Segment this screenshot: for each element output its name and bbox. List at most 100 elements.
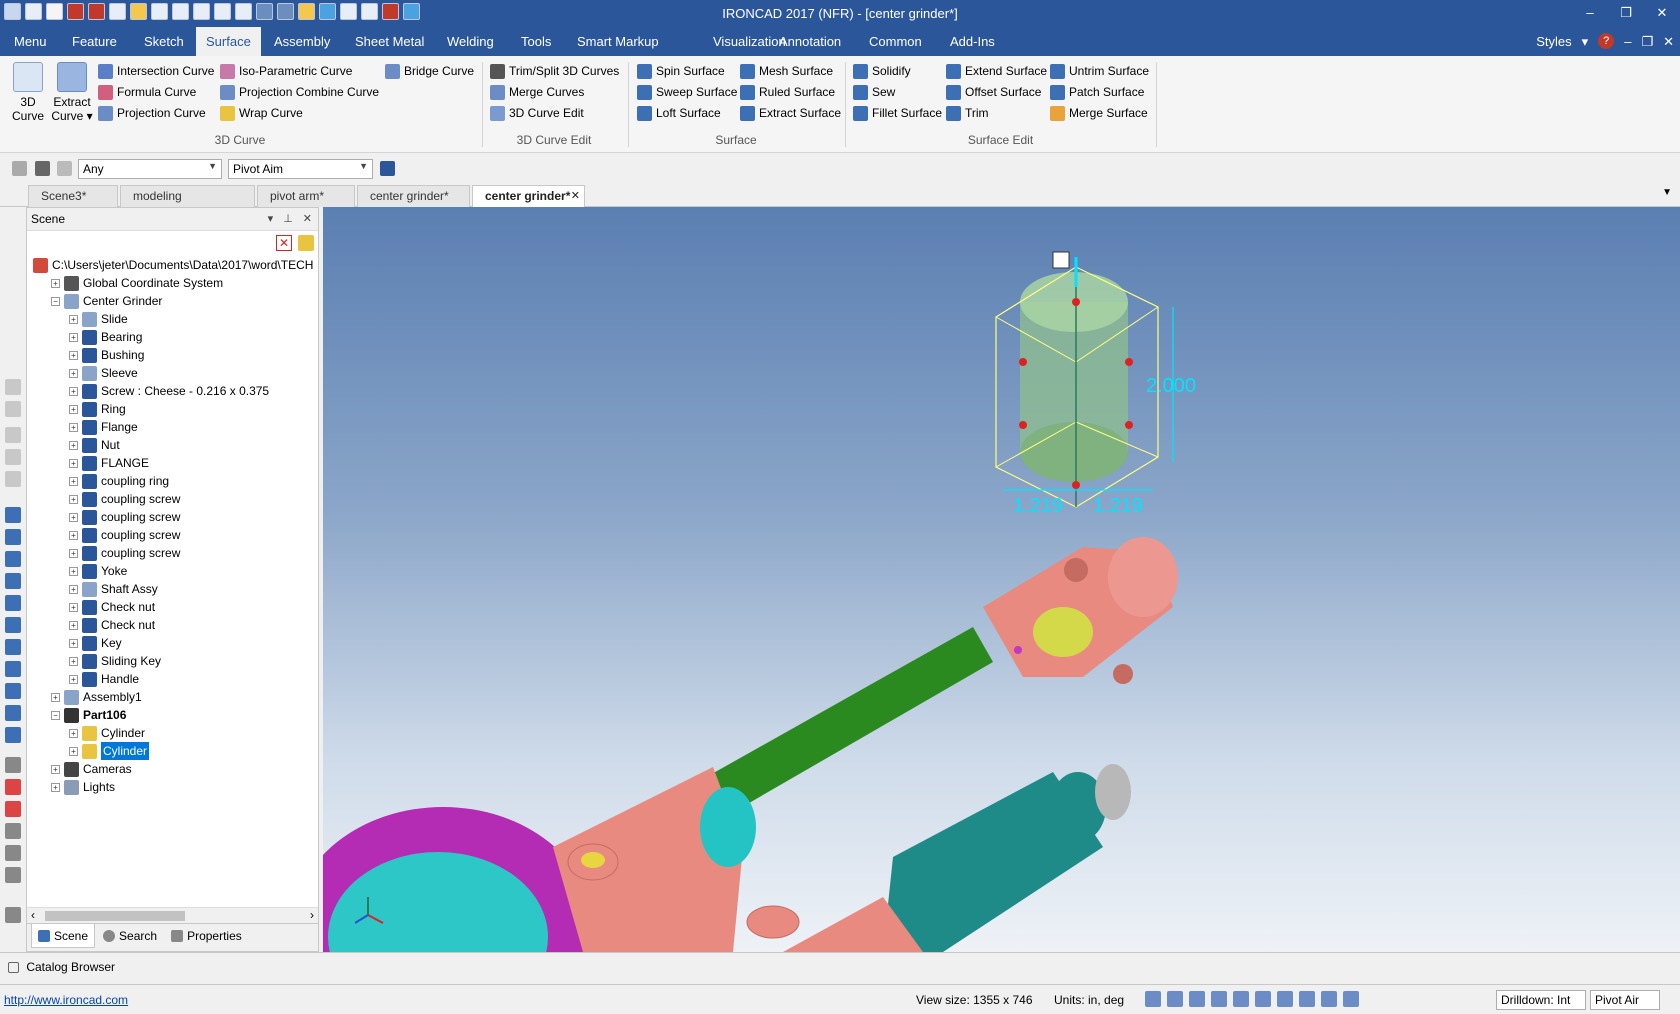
- expand-icon[interactable]: +: [69, 494, 78, 504]
- expand-icon[interactable]: +: [69, 530, 78, 540]
- offset-surface-button[interactable]: Offset Surface: [946, 82, 1041, 102]
- solidify-button[interactable]: Solidify: [853, 61, 911, 81]
- iso-parametric-curve-button[interactable]: Iso-Parametric Curve: [220, 61, 352, 81]
- dimension-width-1[interactable]: 1.219: [1013, 495, 1063, 517]
- tree-item[interactable]: + Ring: [69, 400, 126, 418]
- tree-item[interactable]: + Assembly1: [51, 688, 142, 706]
- tree-item[interactable]: + coupling screw: [69, 544, 180, 562]
- block-icon[interactable]: [5, 727, 21, 743]
- expand-icon[interactable]: +: [51, 782, 60, 792]
- doc-tab-center-grinder[interactable]: center grinder*: [357, 185, 470, 207]
- catalog-browser-bar[interactable]: Catalog Browser: [0, 952, 1680, 982]
- orient-icon[interactable]: [1211, 991, 1227, 1007]
- select-filter-icon[interactable]: [57, 161, 72, 176]
- expand-icon[interactable]: +: [69, 476, 78, 486]
- expand-icon[interactable]: +: [69, 512, 78, 522]
- expand-icon[interactable]: +: [69, 422, 78, 432]
- expand-icon[interactable]: +: [69, 746, 78, 756]
- panel-tab-scene[interactable]: Scene: [31, 924, 96, 948]
- extract-surface-button[interactable]: Extract Surface: [740, 103, 841, 123]
- expand-icon[interactable]: +: [69, 386, 78, 396]
- tree-item[interactable]: + Global Coordinate System: [51, 274, 223, 292]
- untrim-surface-button[interactable]: Untrim Surface: [1050, 61, 1149, 81]
- block-icon[interactable]: [5, 529, 21, 545]
- tree-item[interactable]: + Bushing: [69, 346, 144, 364]
- view-cube-icon[interactable]: [1189, 991, 1205, 1007]
- tree-item[interactable]: + coupling screw: [69, 490, 180, 508]
- dimension-height[interactable]: 2.000: [1146, 375, 1196, 397]
- block-icon[interactable]: [5, 639, 21, 655]
- tab-surface[interactable]: Surface: [196, 27, 261, 56]
- extend-surface-button[interactable]: Extend Surface: [946, 61, 1047, 81]
- tree-item[interactable]: − Part106: [51, 706, 126, 724]
- expand-icon[interactable]: +: [51, 278, 60, 288]
- loft-surface-button[interactable]: Loft Surface: [637, 103, 721, 123]
- tab-add-ins[interactable]: Add-Ins: [940, 27, 1005, 56]
- bridge-curve-button[interactable]: Bridge Curve: [385, 61, 474, 81]
- sew-button[interactable]: Sew: [853, 82, 895, 102]
- collapse-icon[interactable]: −: [51, 296, 60, 306]
- doc-tab-pivot-arm[interactable]: pivot arm*: [257, 185, 355, 207]
- doc-tab-modeling-techniques[interactable]: modeling techniques: [120, 185, 255, 223]
- panel-pin-icon[interactable]: ⊥: [283, 208, 293, 230]
- pivot-dropdown[interactable]: Pivot Aim ▼: [228, 159, 373, 179]
- tool-icon[interactable]: [5, 427, 21, 443]
- block-icon[interactable]: [5, 551, 21, 567]
- styles-menu[interactable]: Styles: [1536, 27, 1571, 56]
- patch-surface-button[interactable]: Patch Surface: [1050, 82, 1144, 102]
- scroll-right-icon[interactable]: ›: [310, 908, 314, 922]
- 3d-viewport[interactable]: 2.000 1.219 1.219: [323, 207, 1680, 952]
- expand-icon[interactable]: +: [69, 584, 78, 594]
- wrap-curve-button[interactable]: Wrap Curve: [220, 103, 303, 123]
- trim-button[interactable]: Trim: [946, 103, 989, 123]
- tool-icon[interactable]: [5, 449, 21, 465]
- expand-icon[interactable]: +: [69, 458, 78, 468]
- block-icon[interactable]: [5, 683, 21, 699]
- tree-item[interactable]: + coupling ring: [69, 472, 169, 490]
- tab-sheet-metal[interactable]: Sheet Metal: [345, 27, 434, 56]
- tree-item[interactable]: + Cylinder: [69, 724, 145, 742]
- expand-icon[interactable]: +: [69, 314, 78, 324]
- tree-item[interactable]: + Sliding Key: [69, 652, 161, 670]
- expand-icon[interactable]: +: [69, 728, 78, 738]
- scrollbar-thumb[interactable]: [45, 911, 185, 921]
- block-icon[interactable]: [5, 705, 21, 721]
- expand-icon[interactable]: +: [69, 620, 78, 630]
- block-icon[interactable]: [5, 507, 21, 523]
- pointer-icon[interactable]: [35, 161, 50, 176]
- expand-icon[interactable]: +: [69, 548, 78, 558]
- tree-item[interactable]: + Bearing: [69, 328, 142, 346]
- maximize-button[interactable]: ❐: [1608, 0, 1644, 27]
- fillet-surface-button[interactable]: Fillet Surface: [853, 103, 942, 123]
- tab-menu[interactable]: Menu: [4, 27, 57, 56]
- render-icon[interactable]: [1233, 991, 1249, 1007]
- hierarchy-icon[interactable]: [380, 161, 395, 176]
- section-icon[interactable]: [1321, 991, 1337, 1007]
- 3d-curve-button[interactable]: 3D Curve: [6, 62, 50, 123]
- mdi-restore-button[interactable]: ❐: [1641, 27, 1653, 56]
- 3d-curve-edit-button[interactable]: 3D Curve Edit: [490, 103, 584, 123]
- help-icon[interactable]: ?: [1598, 33, 1615, 49]
- tree-item[interactable]: + Screw : Cheese - 0.216 x 0.375: [69, 382, 269, 400]
- measure-icon[interactable]: [5, 757, 21, 773]
- block-icon[interactable]: [5, 617, 21, 633]
- doc-tab-center-grinder-active[interactable]: center grinder* ✕: [472, 185, 585, 207]
- tree-item[interactable]: + Handle: [69, 670, 139, 688]
- expand-icon[interactable]: +: [69, 440, 78, 450]
- catalog-browser-label[interactable]: Catalog Browser: [26, 960, 115, 974]
- tree-item[interactable]: + FLANGE: [69, 454, 149, 472]
- tree-item[interactable]: + coupling screw: [69, 508, 180, 526]
- expand-icon[interactable]: +: [69, 404, 78, 414]
- ruled-surface-button[interactable]: Ruled Surface: [740, 82, 835, 102]
- tree-item[interactable]: + Check nut: [69, 598, 155, 616]
- tree-item[interactable]: + Flange: [69, 418, 138, 436]
- panel-tab-search[interactable]: Search: [97, 924, 163, 948]
- tab-annotation[interactable]: Annotation: [769, 27, 851, 56]
- tree-options-icon[interactable]: [298, 235, 314, 251]
- close-button[interactable]: ✕: [1644, 0, 1680, 27]
- collapse-icon[interactable]: −: [51, 710, 60, 720]
- expand-icon[interactable]: +: [69, 638, 78, 648]
- intersection-curve-button[interactable]: Intersection Curve: [98, 61, 214, 81]
- tree-item[interactable]: + Nut: [69, 436, 120, 454]
- drilldown-dropdown[interactable]: Drilldown: Int: [1496, 990, 1586, 1010]
